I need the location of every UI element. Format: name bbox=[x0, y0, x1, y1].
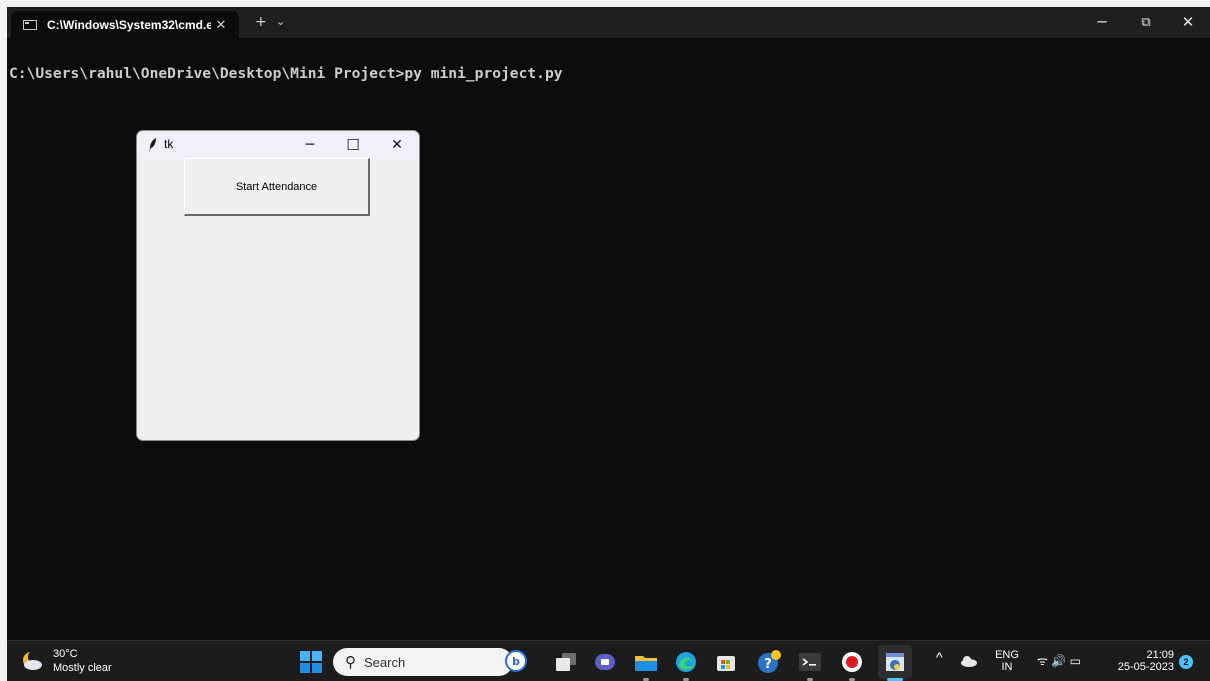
edge-browser-icon[interactable] bbox=[674, 650, 698, 674]
terminal-tab-title: C:\Windows\System32\cmd.e bbox=[47, 17, 211, 32]
tk-titlebar[interactable]: tk ─ ☐ ✕ bbox=[137, 131, 419, 159]
terminal-titlebar: C:\Windows\System32\cmd.e ✕ + ⌄ ─ ⧉ ✕ bbox=[7, 7, 1210, 38]
taskbar-search[interactable]: ⚲ Search b bbox=[333, 648, 527, 676]
tk-window-title: tk bbox=[164, 137, 174, 151]
cmd-icon bbox=[23, 19, 37, 30]
search-icon: ⚲ bbox=[345, 654, 356, 671]
language-code: ENG bbox=[995, 649, 1019, 661]
svg-text:b: b bbox=[512, 655, 520, 668]
weather-widget[interactable]: 30°C Mostly clear bbox=[21, 647, 112, 675]
search-placeholder: Search bbox=[364, 654, 406, 670]
terminal-minimize-button[interactable]: ─ bbox=[1080, 7, 1124, 38]
tray-overflow-chevron[interactable]: ^ bbox=[936, 650, 943, 664]
microsoft-store-icon[interactable] bbox=[714, 650, 738, 674]
weather-description: Mostly clear bbox=[53, 662, 112, 674]
tk-minimize-button[interactable]: ─ bbox=[290, 131, 330, 159]
clock[interactable]: 21:09 25-05-2023 bbox=[1110, 649, 1174, 673]
clock-date: 25-05-2023 bbox=[1117, 661, 1174, 673]
terminal-close-button[interactable]: ✕ bbox=[1166, 7, 1210, 38]
terminal-restore-button[interactable]: ⧉ bbox=[1124, 7, 1168, 38]
tk-maximize-button[interactable]: ☐ bbox=[333, 131, 373, 159]
start-attendance-button[interactable]: Start Attendance bbox=[184, 158, 370, 216]
svg-text:?: ? bbox=[764, 657, 772, 672]
python-tk-app-icon[interactable] bbox=[878, 645, 912, 679]
notification-badge[interactable]: 2 bbox=[1179, 655, 1193, 669]
region-code: IN bbox=[1001, 661, 1013, 673]
tk-window: tk ─ ☐ ✕ Start Attendance bbox=[137, 131, 419, 440]
moon-cloud-icon bbox=[23, 650, 42, 670]
screen-recorder-icon[interactable] bbox=[840, 650, 864, 674]
start-button[interactable] bbox=[299, 650, 323, 674]
terminal-app-icon[interactable] bbox=[798, 650, 822, 674]
windows-logo-icon bbox=[300, 651, 322, 673]
new-tab-button[interactable]: + bbox=[255, 12, 267, 32]
network-volume-battery-icons[interactable]: ᯤ 🔊 ▭ bbox=[1037, 655, 1081, 667]
taskbar: 30°C Mostly clear ⚲ Search b ? ^ ENG IN … bbox=[7, 640, 1210, 681]
weather-temperature: 30°C bbox=[53, 648, 78, 660]
tab-close-icon[interactable]: ✕ bbox=[211, 17, 231, 33]
file-explorer-icon[interactable] bbox=[634, 650, 658, 674]
python-help-icon[interactable]: ? bbox=[757, 650, 781, 674]
tab-dropdown-icon[interactable]: ⌄ bbox=[276, 12, 285, 32]
language-indicator[interactable]: ENG IN bbox=[995, 649, 1019, 673]
terminal-tab[interactable]: C:\Windows\System32\cmd.e ✕ bbox=[11, 11, 239, 38]
onedrive-cloud-icon[interactable] bbox=[959, 651, 979, 671]
bing-icon[interactable]: b bbox=[505, 649, 527, 675]
teams-chat-icon[interactable] bbox=[594, 650, 618, 674]
terminal-prompt-line: C:\Users\rahul\OneDrive\Desktop\Mini Pro… bbox=[9, 65, 563, 82]
clock-time: 21:09 bbox=[1146, 649, 1174, 661]
tk-close-button[interactable]: ✕ bbox=[377, 131, 417, 159]
tk-feather-icon bbox=[149, 138, 156, 152]
desktop-screen: C:\Windows\System32\cmd.e ✕ + ⌄ ─ ⧉ ✕ C:… bbox=[7, 7, 1210, 681]
task-view-icon[interactable] bbox=[554, 650, 578, 674]
